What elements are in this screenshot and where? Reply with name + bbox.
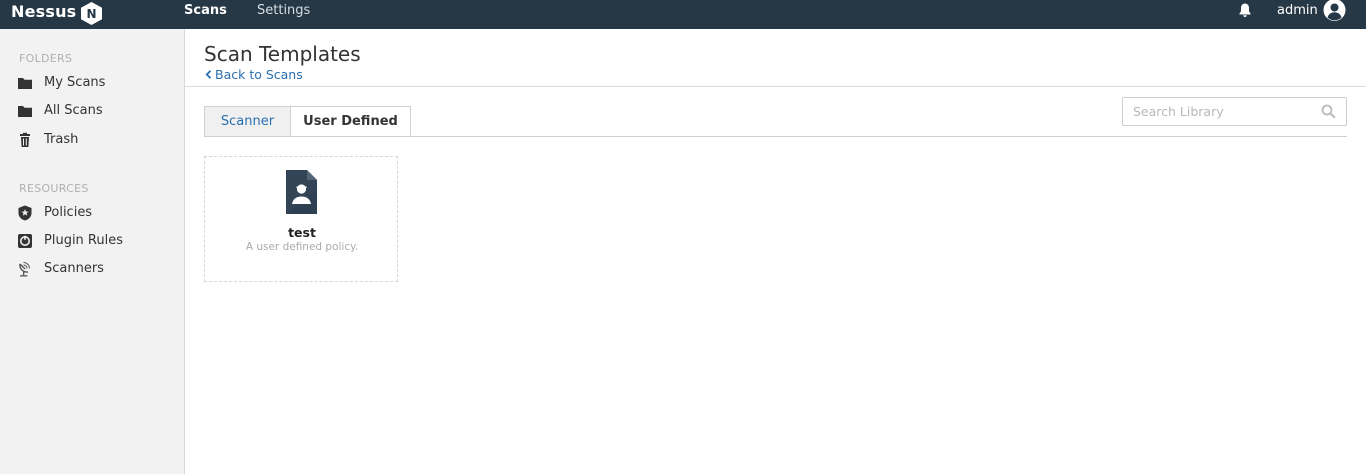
logo-text: Nessus: [11, 2, 77, 21]
username-menu[interactable]: admin: [1277, 3, 1318, 19]
chevron-left-icon: [205, 70, 212, 79]
sidebar-item-scanners[interactable]: Scanners: [17, 260, 104, 278]
user-policy-document-icon: [286, 170, 317, 214]
sidebar-item-label: Trash: [44, 132, 79, 147]
page-title: Scan Templates: [204, 42, 361, 66]
tab-user-defined[interactable]: User Defined: [290, 106, 411, 137]
sidebar-item-trash[interactable]: Trash: [17, 131, 78, 149]
back-link-label: Back to Scans: [215, 67, 303, 82]
sidebar-item-label: Scanners: [44, 261, 104, 276]
policy-shield-icon: [18, 205, 32, 221]
plugin-rules-icon: [18, 234, 32, 248]
sidebar-item-label: Plugin Rules: [44, 233, 123, 248]
template-name: test: [288, 225, 316, 240]
back-to-scans-link[interactable]: Back to Scans: [205, 67, 303, 82]
folder-icon: [18, 106, 32, 117]
search-icon[interactable]: [1321, 104, 1336, 119]
nessus-logo[interactable]: Nessus N: [11, 0, 103, 25]
search-library-box: [1122, 97, 1347, 126]
folder-icon: [18, 78, 32, 89]
sidebar-item-all-scans[interactable]: All Scans: [17, 102, 103, 120]
sidebar: FOLDERS My Scans All Scans Trash RESOURC…: [0, 29, 185, 474]
sidebar-item-plugin-rules[interactable]: Plugin Rules: [17, 232, 123, 250]
template-description: A user defined policy.: [245, 241, 359, 253]
top-navigation-bar: Nessus N Scans Settings admin: [0, 0, 1366, 29]
search-library-input[interactable]: [1123, 98, 1313, 125]
logo-badge-icon: N: [81, 1, 103, 25]
title-divider: [185, 86, 1366, 87]
resources-header: RESOURCES: [19, 182, 89, 195]
folders-header: FOLDERS: [19, 52, 73, 65]
user-avatar-icon[interactable]: [1322, 0, 1347, 22]
sidebar-item-policies[interactable]: Policies: [17, 204, 92, 222]
logo-badge-letter: N: [87, 7, 97, 21]
template-card-test[interactable]: test A user defined policy.: [204, 156, 398, 282]
sidebar-item-label: Policies: [44, 205, 93, 220]
sidebar-item-label: All Scans: [44, 103, 103, 118]
trash-icon: [20, 132, 30, 147]
notifications-bell-icon[interactable]: [1238, 2, 1252, 18]
tabs-underline: [204, 136, 1347, 137]
sidebar-item-my-scans[interactable]: My Scans: [17, 74, 105, 92]
scanner-dish-icon: [19, 262, 30, 277]
sidebar-item-label: My Scans: [44, 75, 106, 90]
tab-scanner[interactable]: Scanner: [204, 106, 291, 137]
nav-settings[interactable]: Settings: [257, 3, 310, 19]
nav-scans[interactable]: Scans: [184, 3, 227, 19]
